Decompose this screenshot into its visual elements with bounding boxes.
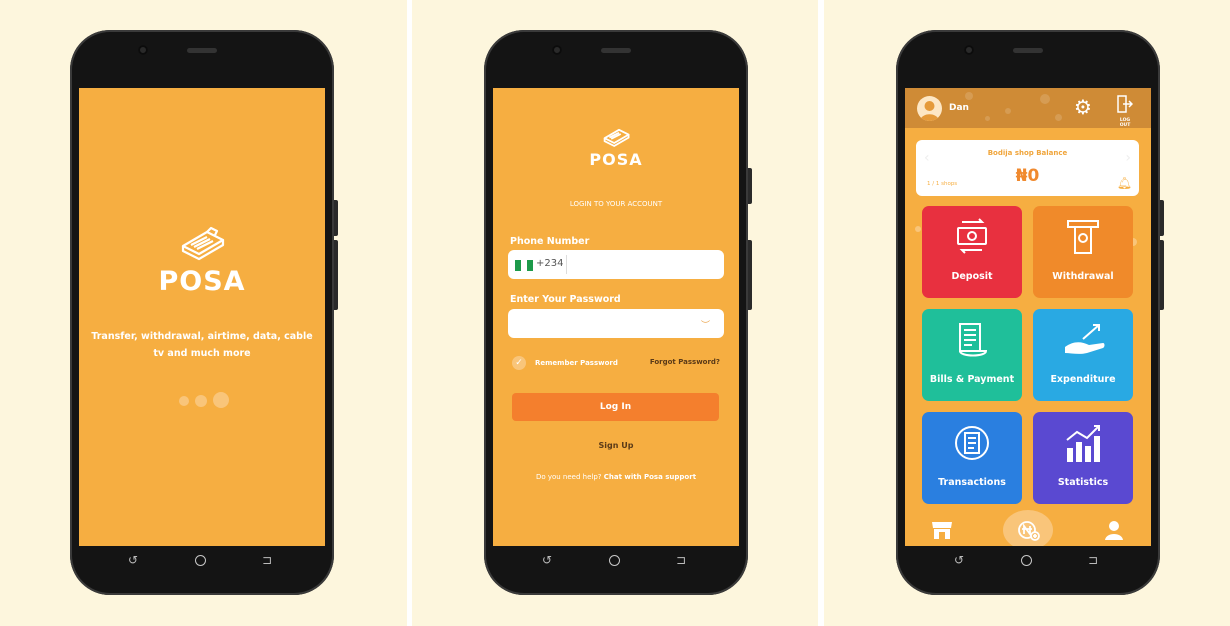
tile-transactions[interactable]: Transactions: [922, 412, 1022, 504]
bottom-navigation: [905, 510, 1151, 546]
shops-count: 1 / 1 shops: [927, 181, 958, 187]
back-icon[interactable]: ↺: [954, 553, 964, 567]
loading-dot: [179, 396, 189, 406]
tile-bills[interactable]: Bills & Payment: [922, 309, 1022, 401]
tile-label: Transactions: [938, 477, 1006, 488]
receipt-icon: [959, 323, 988, 357]
dashboard-panel: Dan ⚙ LOG OUT ‹ › Bodija shop Balance ₦0…: [824, 0, 1230, 626]
android-navbar: ↺ ⊐: [70, 547, 334, 575]
speaker: [601, 48, 631, 53]
splash-screen: POSA Transfer, withdrawal, airtime, data…: [79, 88, 325, 546]
tile-withdrawal[interactable]: Withdrawal: [1033, 206, 1133, 298]
balance-title: Bodija shop Balance: [987, 149, 1068, 157]
phone-frame: Dan ⚙ LOG OUT ‹ › Bodija shop Balance ₦0…: [896, 30, 1164, 595]
phone-input[interactable]: +234: [508, 250, 724, 279]
dashboard-screen: Dan ⚙ LOG OUT ‹ › Bodija shop Balance ₦0…: [905, 88, 1151, 546]
help-question: Do you need help?: [535, 473, 602, 481]
dashboard-header: Dan ⚙ LOG OUT: [905, 88, 1151, 128]
signup-link[interactable]: Sign Up: [493, 441, 739, 450]
recent-apps-icon[interactable]: ⊐: [676, 553, 686, 567]
user-name: Dan: [949, 103, 969, 113]
logout-icon: [1117, 95, 1134, 113]
avatar[interactable]: [917, 96, 942, 121]
remember-checkbox[interactable]: ✓: [512, 356, 526, 370]
logout-label: LOG OUT: [1119, 118, 1131, 128]
forgot-password-link[interactable]: Forgot Password?: [650, 358, 720, 366]
support-chat-link[interactable]: Chat with Posa support: [604, 473, 696, 481]
phone-frame: POSA Transfer, withdrawal, airtime, data…: [70, 30, 338, 595]
login-screen: POSA LOGIN TO YOUR ACCOUNT Phone Number …: [493, 88, 739, 546]
loading-dot: [195, 395, 207, 407]
nigeria-flag-icon: [515, 260, 533, 271]
back-icon[interactable]: ↺: [128, 553, 138, 567]
app-title: POSA: [158, 266, 246, 297]
loading-dot: [213, 392, 229, 408]
recent-apps-icon[interactable]: ⊐: [262, 553, 272, 567]
login-subtitle: LOGIN TO YOUR ACCOUNT: [569, 200, 663, 208]
remember-label[interactable]: Remember Password: [535, 359, 618, 367]
speaker: [187, 48, 217, 53]
tagline: Transfer, withdrawal, airtime, data, cab…: [91, 331, 313, 359]
android-navbar: ↺ ⊐: [484, 547, 748, 575]
tile-label: Expenditure: [1050, 374, 1116, 385]
tile-statistics[interactable]: Statistics: [1033, 412, 1133, 504]
back-icon[interactable]: ↺: [542, 553, 552, 567]
front-camera: [138, 45, 148, 55]
splash-panel: POSA Transfer, withdrawal, airtime, data…: [0, 0, 407, 626]
password-label: Enter Your Password: [510, 294, 621, 305]
deposit-cash-icon: [957, 218, 987, 254]
checklist-icon: [955, 426, 989, 460]
tile-label: Deposit: [951, 271, 993, 282]
logout-button[interactable]: LOG OUT: [1114, 95, 1136, 128]
gear-icon[interactable]: ⚙: [1074, 97, 1092, 117]
pos-terminal-icon: [603, 128, 630, 147]
balance-card: ‹ › Bodija shop Balance ₦0 1 / 1 shops 🔔…: [916, 140, 1139, 196]
naira-add-icon: [1018, 521, 1040, 541]
bell-icon[interactable]: 🔔︎: [1117, 176, 1132, 190]
country-code[interactable]: +234: [536, 258, 563, 269]
tile-label: Statistics: [1057, 477, 1109, 488]
phone-frame: POSA LOGIN TO YOUR ACCOUNT Phone Number …: [484, 30, 752, 595]
eye-closed-icon[interactable]: ︶: [701, 318, 710, 331]
home-icon[interactable]: [195, 555, 206, 566]
front-camera: [552, 45, 562, 55]
profile-icon[interactable]: [1104, 520, 1124, 540]
speaker: [1013, 48, 1043, 53]
tile-expenditure[interactable]: Expenditure: [1033, 309, 1133, 401]
app-title: POSA: [589, 150, 643, 169]
password-input[interactable]: ︶: [508, 309, 724, 338]
login-button[interactable]: Log In: [512, 393, 719, 421]
front-camera: [964, 45, 974, 55]
shop-icon[interactable]: [931, 520, 953, 540]
recent-apps-icon[interactable]: ⊐: [1088, 553, 1098, 567]
pos-terminal-icon: [181, 226, 225, 261]
add-naira-button[interactable]: [1003, 510, 1053, 546]
tile-label: Withdrawal: [1052, 271, 1114, 282]
divider: [566, 255, 567, 274]
atm-withdrawal-icon: [1067, 220, 1099, 254]
tile-deposit[interactable]: Deposit: [922, 206, 1022, 298]
home-icon[interactable]: [609, 555, 620, 566]
tile-label: Bills & Payment: [929, 374, 1015, 385]
hand-arrow-icon: [1065, 324, 1105, 354]
login-panel: POSA LOGIN TO YOUR ACCOUNT Phone Number …: [412, 0, 818, 626]
help-text: Do you need help? Chat with Posa support: [493, 473, 739, 481]
phone-label: Phone Number: [510, 236, 590, 247]
android-navbar: ↺ ⊐: [896, 547, 1160, 575]
home-icon[interactable]: [1021, 555, 1032, 566]
bar-chart-icon: [1066, 425, 1100, 462]
